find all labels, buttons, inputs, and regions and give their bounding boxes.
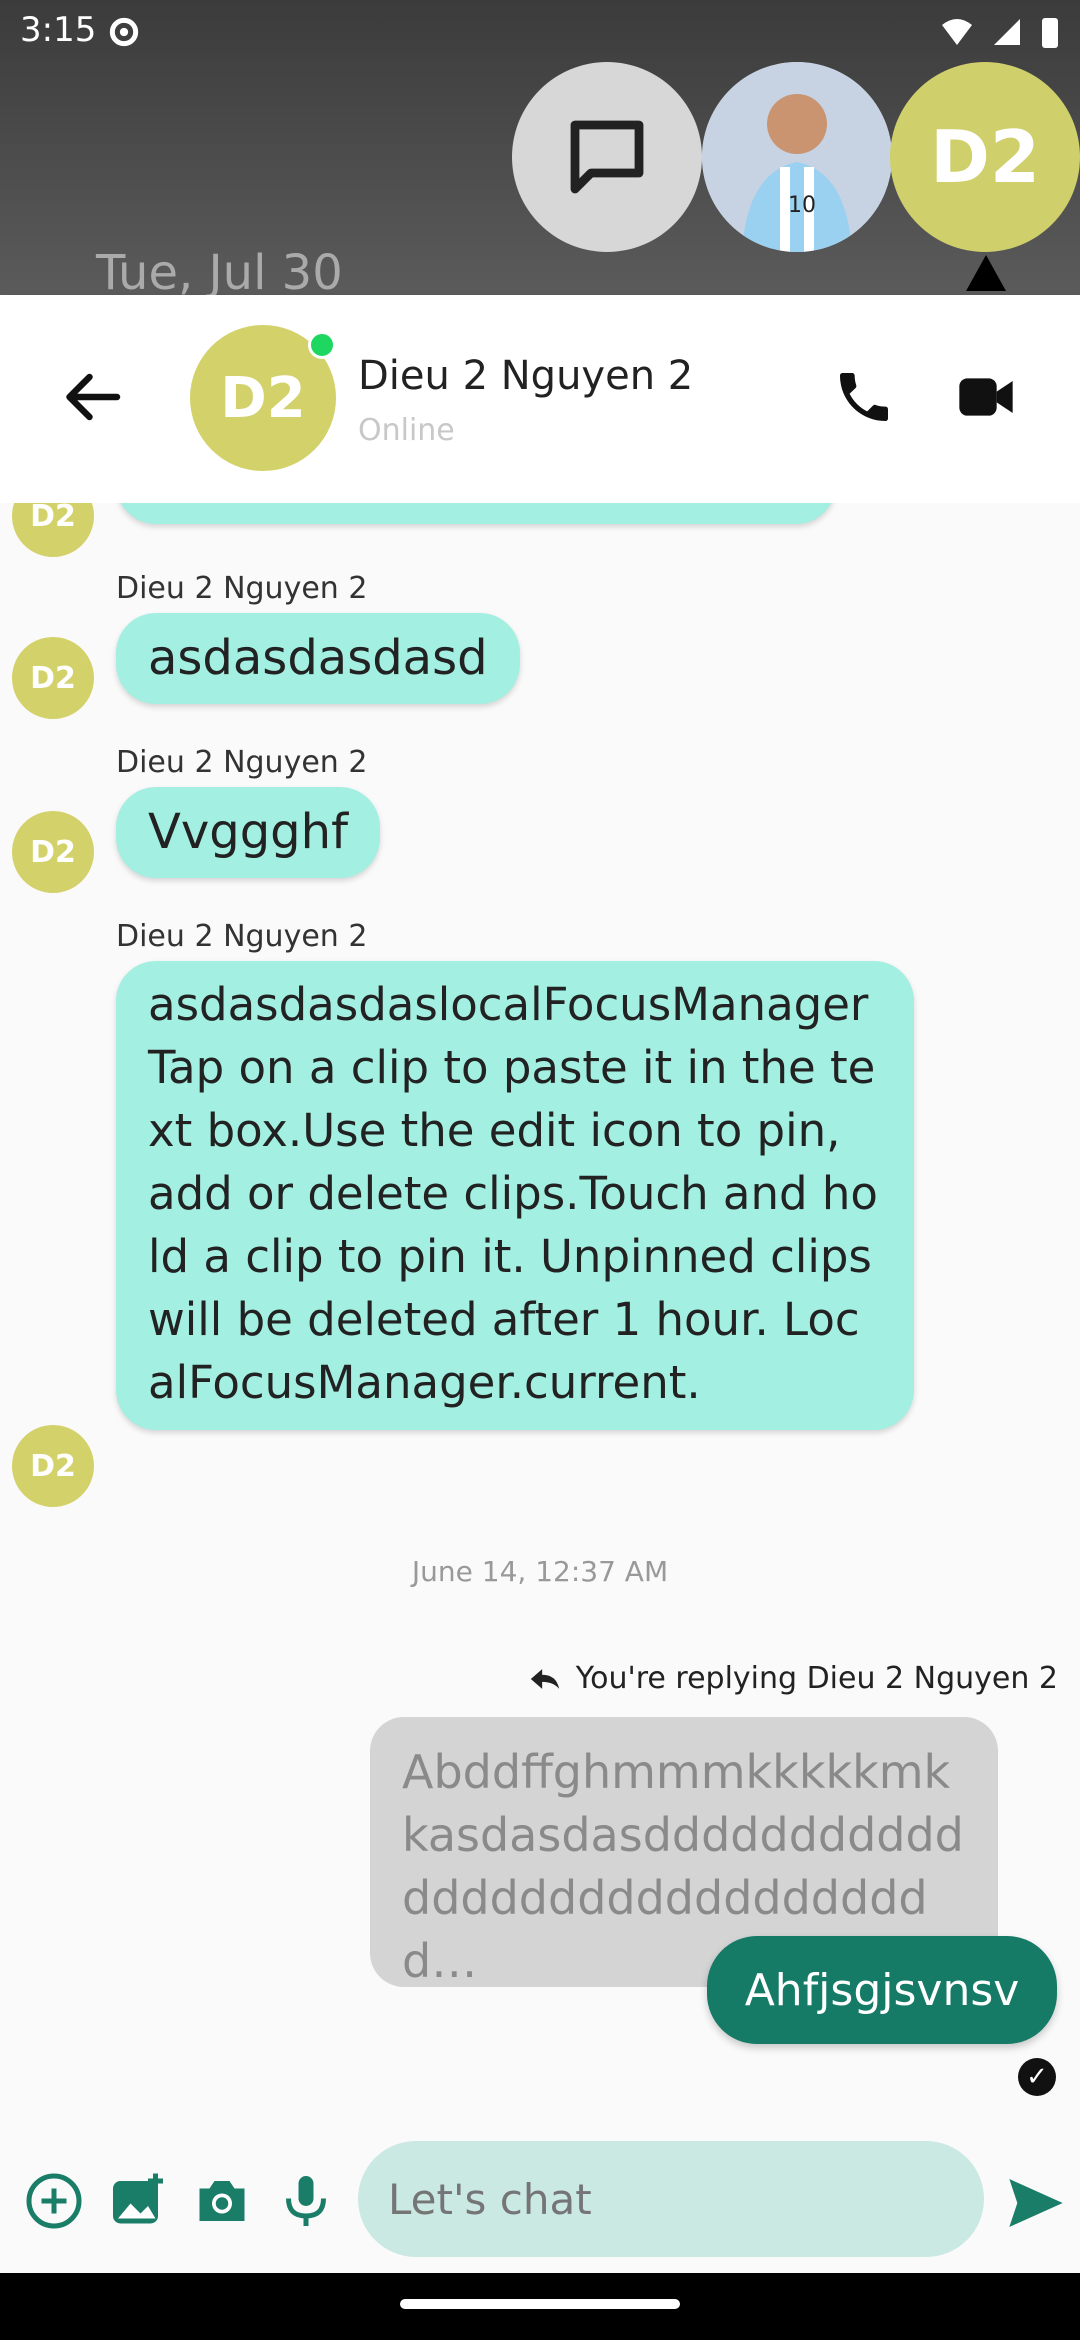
chat-head-photo[interactable]: 10 <box>702 62 892 252</box>
message-bubble[interactable]: be deleted after 1 hour. <box>116 503 836 524</box>
message-avatar[interactable]: D2 <box>12 1425 94 1507</box>
battery-icon <box>1042 18 1058 48</box>
message-sender: Dieu 2 Nguyen 2 <box>116 919 368 954</box>
message-input-wrapper[interactable] <box>358 2141 984 2257</box>
settings-gear-icon <box>109 17 139 47</box>
chat-head-contact[interactable]: D2 <box>890 62 1080 252</box>
chat-head-pointer <box>966 255 1006 291</box>
reply-note-text: You're replying Dieu 2 Nguyen 2 <box>575 1661 1058 1696</box>
reply-note: You're replying Dieu 2 Nguyen 2 <box>528 1661 1058 1696</box>
message-input[interactable] <box>386 2173 984 2225</box>
date-separator: June 14, 12:37 AM <box>411 1555 669 1588</box>
home-handle[interactable] <box>400 2299 680 2309</box>
system-navigation-bar <box>0 2273 1080 2340</box>
svg-text:10: 10 <box>788 193 816 218</box>
message-bubble[interactable]: asdasdasdasd <box>116 613 520 704</box>
message-composer <box>0 2133 1080 2273</box>
back-arrow-icon[interactable] <box>62 372 122 422</box>
chat-head-messages[interactable] <box>512 62 702 252</box>
chat-heads-overlay: 3:15 Tue, Jul 30 10 D2 <box>0 0 1080 301</box>
status-icons <box>940 12 1060 52</box>
video-call-icon[interactable] <box>954 367 1018 427</box>
wifi-icon <box>942 19 972 45</box>
chat-header: D2 Dieu 2 Nguyen 2 Online <box>0 295 1080 503</box>
message-avatar[interactable]: D2 <box>12 637 94 719</box>
camera-icon[interactable] <box>192 2171 252 2231</box>
send-icon[interactable] <box>1004 2171 1068 2235</box>
status-time: 3:15 <box>20 10 97 50</box>
phone-call-icon[interactable] <box>832 365 896 429</box>
message-icon <box>570 120 644 194</box>
message-bubble[interactable]: Vvggghf <box>116 787 380 878</box>
online-indicator <box>308 331 336 359</box>
reply-arrow-icon <box>530 1668 559 1689</box>
message-list[interactable]: D2 be deleted after 1 hour. Dieu 2 Nguye… <box>0 503 1080 2133</box>
microphone-icon[interactable] <box>276 2171 336 2231</box>
sent-message-bubble[interactable]: Ahfjsgjsvnsv <box>707 1936 1057 2044</box>
message-avatar[interactable]: D2 <box>12 503 94 557</box>
gallery-icon[interactable] <box>108 2171 168 2231</box>
add-icon[interactable] <box>24 2171 84 2231</box>
message-avatar[interactable]: D2 <box>12 811 94 893</box>
read-receipt-icon: ✓ <box>1018 2058 1056 2096</box>
message-sender: Dieu 2 Nguyen 2 <box>116 571 368 606</box>
signal-icon <box>994 19 1020 45</box>
message-sender: Dieu 2 Nguyen 2 <box>116 745 368 780</box>
date-peek: Tue, Jul 30 <box>96 245 343 301</box>
message-bubble[interactable]: asdasdasdaslocalFocusManagerTap on a cli… <box>116 961 914 1430</box>
contact-name: Dieu 2 Nguyen 2 <box>358 353 694 399</box>
presence-status: Online <box>358 413 455 448</box>
player-photo-icon: 10 <box>702 62 892 252</box>
